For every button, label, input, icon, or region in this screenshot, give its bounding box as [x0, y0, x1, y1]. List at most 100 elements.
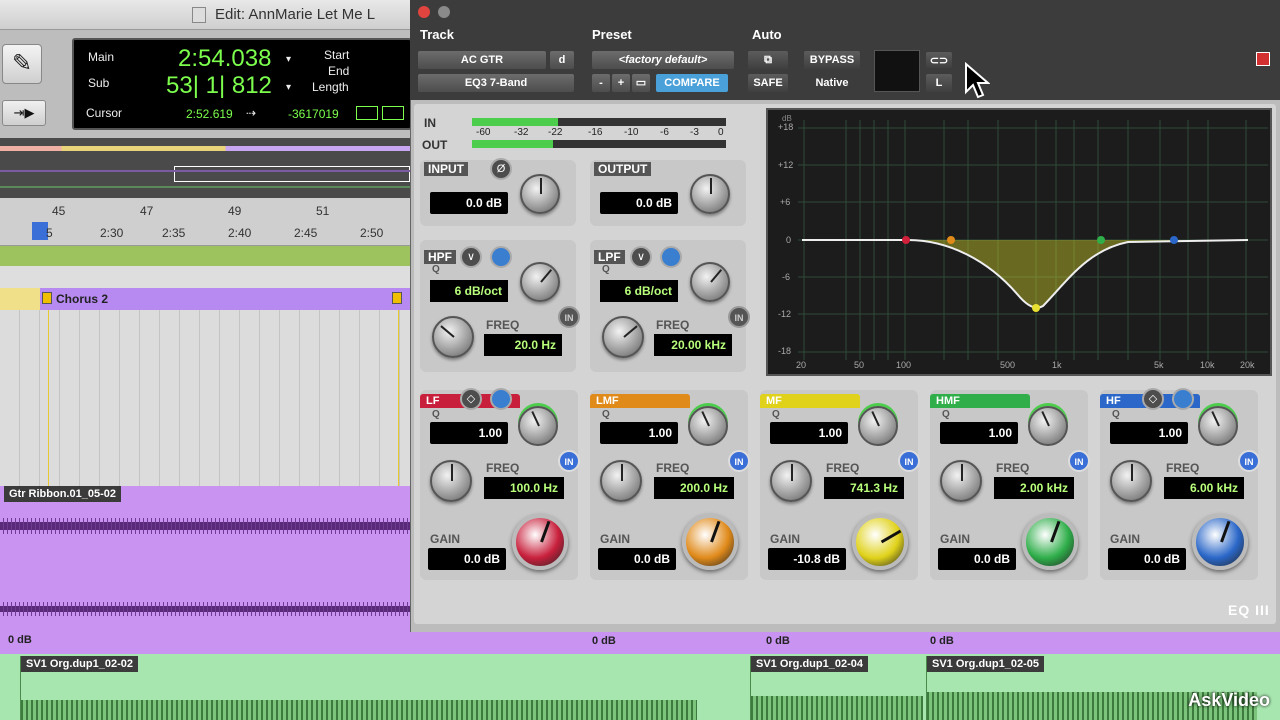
input-gain-knob[interactable] [520, 174, 560, 214]
next-preset-button[interactable]: + [612, 74, 630, 92]
lpf-slope-knob[interactable] [690, 262, 730, 302]
band-gain-knob[interactable] [682, 514, 738, 570]
close-icon[interactable] [418, 6, 430, 18]
phase-invert-button[interactable]: Ø [490, 158, 512, 180]
band-in-button[interactable]: IN [1238, 450, 1260, 472]
mf-band-node[interactable] [1032, 304, 1040, 312]
audio-clip-gtr-ribbon[interactable]: Gtr Ribbon.01_05-02 0 dB [0, 486, 410, 654]
marker-icon[interactable] [42, 292, 52, 304]
link-icon[interactable]: ⊂⊃ [926, 52, 952, 68]
clip-gain-value[interactable]: 0 dB [8, 634, 32, 646]
track-d-selector[interactable]: d [550, 51, 574, 69]
channel-selector[interactable]: L [926, 74, 952, 92]
filter-type-icon[interactable]: ∨ [460, 246, 482, 268]
band-q-value[interactable]: 1.00 [940, 422, 1018, 444]
hmf-band-node[interactable] [1097, 236, 1105, 244]
clip-gain-value[interactable]: 0 dB [766, 635, 790, 647]
band-gain-value[interactable]: 0.0 dB [1108, 548, 1186, 570]
band-q-value[interactable]: 1.00 [430, 422, 508, 444]
audio-clip[interactable]: SV1 Org.dup1_02-02 [20, 656, 697, 720]
band-in-button[interactable]: IN [1068, 450, 1090, 472]
band-in-button[interactable]: IN [728, 450, 750, 472]
hpf-freq-value[interactable]: 20.0 Hz [484, 334, 562, 356]
marker-label[interactable]: Chorus 2 [56, 292, 108, 306]
band-freq-knob[interactable] [940, 460, 982, 502]
band-gain-knob[interactable] [512, 514, 568, 570]
tab-to-transient-button[interactable]: ⇥▶ [2, 100, 46, 126]
timeline-ruler[interactable]: 45 47 49 51 5 2:30 2:35 2:40 2:45 2:50 [0, 198, 420, 246]
band-q-value[interactable]: 1.00 [770, 422, 848, 444]
hf-shelf-icon[interactable]: ◇ [1142, 388, 1164, 410]
band-freq-value[interactable]: 6.00 kHz [1164, 477, 1244, 499]
input-gain-value[interactable]: 0.0 dB [430, 192, 508, 214]
db-axis-label: -18 [778, 346, 792, 356]
copy-settings-icon[interactable]: ▭ [632, 74, 650, 92]
band-q-value[interactable]: 1.00 [600, 422, 678, 444]
preset-selector[interactable]: <factory default> [592, 51, 734, 69]
band-freq-knob[interactable] [600, 460, 642, 502]
band-q-knob[interactable] [1198, 406, 1238, 446]
hf-peak-icon[interactable] [1172, 388, 1194, 410]
output-gain-value[interactable]: 0.0 dB [600, 192, 678, 214]
hpf-in-button[interactable]: IN [558, 306, 580, 328]
nudge-icon[interactable] [382, 106, 404, 120]
band-freq-knob[interactable] [430, 460, 472, 502]
automation-icon[interactable]: ⧉ [748, 51, 788, 69]
lpf-shape-icon[interactable] [660, 246, 682, 268]
band-gain-value[interactable]: -10.8 dB [768, 548, 846, 570]
band-in-button[interactable]: IN [558, 450, 580, 472]
band-freq-value[interactable]: 2.00 kHz [994, 477, 1074, 499]
filter-type-icon[interactable]: ∨ [630, 246, 652, 268]
lpf-slope-value[interactable]: 6 dB/oct [600, 280, 678, 302]
grid-icon[interactable] [356, 106, 378, 120]
band-gain-knob[interactable] [852, 514, 908, 570]
lmf-band-node[interactable] [947, 236, 955, 244]
band-freq-knob[interactable] [770, 460, 812, 502]
lf-peak-icon[interactable] [490, 388, 512, 410]
audio-clip[interactable]: SV1 Org.dup1_02-04 [750, 656, 923, 720]
band-gain-value[interactable]: 0.0 dB [598, 548, 676, 570]
previous-preset-button[interactable]: - [592, 74, 610, 92]
band-gain-value[interactable]: 0.0 dB [428, 548, 506, 570]
lpf-freq-value[interactable]: 20.00 kHz [654, 334, 732, 356]
band-q-knob[interactable] [858, 406, 898, 446]
band-q-knob[interactable] [688, 406, 728, 446]
band-freq-value[interactable]: 200.0 Hz [654, 477, 734, 499]
lf-shelf-icon[interactable]: ◇ [460, 388, 482, 410]
pencil-tool-button[interactable]: ✎ [2, 44, 42, 84]
band-q-value[interactable]: 1.00 [1110, 422, 1188, 444]
plugin-selector[interactable]: EQ3 7-Band [418, 74, 574, 92]
band-q-knob[interactable] [518, 406, 558, 446]
band-gain-knob[interactable] [1022, 514, 1078, 570]
marker-ruler[interactable]: Chorus 2 [0, 288, 420, 310]
bypass-button[interactable]: BYPASS [804, 51, 860, 69]
audio-clip-strip[interactable]: 0 dB 0 dB 0 dB [410, 632, 1280, 654]
band-freq-value[interactable]: 100.0 Hz [484, 477, 564, 499]
output-gain-knob[interactable] [690, 174, 730, 214]
band-gain-value[interactable]: 0.0 dB [938, 548, 1016, 570]
safe-button[interactable]: SAFE [748, 74, 788, 92]
band-gain-knob[interactable] [1192, 514, 1248, 570]
eq-curve-display[interactable]: dB +18 +12 +6 0 -6 -12 -18 20 50 100 500… [766, 108, 1272, 376]
chevron-down-icon[interactable]: ▾ [286, 54, 291, 65]
track-selector[interactable]: AC GTR [418, 51, 546, 69]
clip-gain-value[interactable]: 0 dB [930, 635, 954, 647]
band-q-knob[interactable] [1028, 406, 1068, 446]
hpf-freq-knob[interactable] [432, 316, 474, 358]
hpf-slope-value[interactable]: 6 dB/oct [430, 280, 508, 302]
chevron-down-icon[interactable]: ▾ [286, 82, 291, 93]
marker-icon[interactable] [392, 292, 402, 304]
lpf-freq-knob[interactable] [602, 316, 644, 358]
meter-scale: -6 [660, 127, 669, 138]
minimize-icon[interactable] [438, 6, 450, 18]
band-freq-knob[interactable] [1110, 460, 1152, 502]
band-freq-value[interactable]: 741.3 Hz [824, 477, 904, 499]
lf-band-node[interactable] [902, 236, 910, 244]
hpf-shape-icon[interactable] [490, 246, 512, 268]
compare-button[interactable]: COMPARE [656, 74, 728, 92]
hpf-slope-knob[interactable] [520, 262, 560, 302]
clip-gain-value[interactable]: 0 dB [592, 635, 616, 647]
hf-band-node[interactable] [1170, 236, 1178, 244]
band-in-button[interactable]: IN [898, 450, 920, 472]
lpf-in-button[interactable]: IN [728, 306, 750, 328]
